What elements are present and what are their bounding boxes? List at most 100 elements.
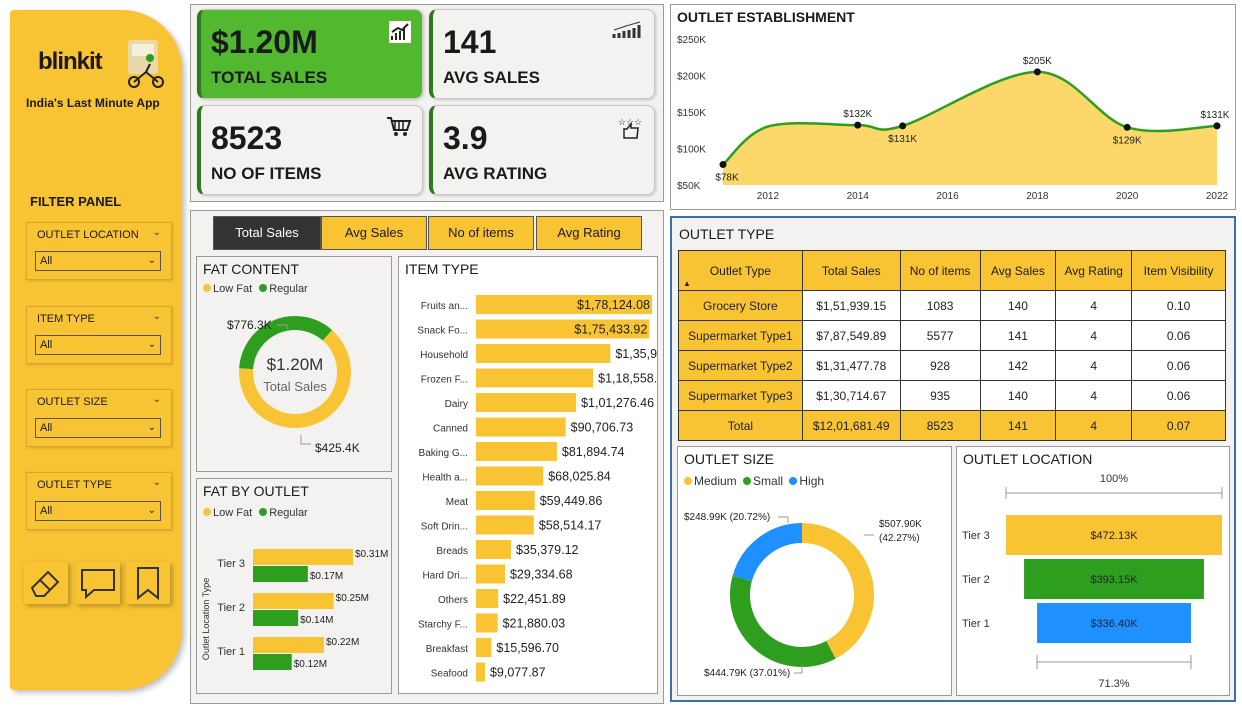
bar [476,613,498,633]
axis-title: Outlet Location Type [201,578,211,660]
data-label: $393.15K [1090,574,1138,586]
data-label: $132K [843,109,872,120]
y-tick-label: $200K [677,72,706,83]
select-value: All [40,339,53,351]
category-label: Health a... [422,473,468,484]
category-label: Baking G... [419,448,468,459]
tab-avg-sales[interactable]: Avg Sales [321,216,427,250]
y-tick-label: $150K [677,108,706,119]
tab-total-sales[interactable]: Total Sales [213,216,321,250]
table-cell: 5577 [899,320,981,351]
column-header[interactable]: Total Sales [801,250,901,291]
outlet-type-select[interactable]: All ⌄ [35,501,161,521]
table-cell: 4 [1055,410,1133,441]
data-point [1123,123,1131,131]
data-label: $81,894.74 [562,445,625,459]
category-label: Household [420,350,468,361]
category-label: Breakfast [426,644,468,655]
chart-up-icon [389,21,411,43]
filter-label: OUTLET TYPE [37,479,112,491]
chevron-down-icon: ⌄ [147,505,156,516]
kpi-no-of-items: 8523 NO OF ITEMS [197,105,423,195]
chevron-down-icon: ⌄ [147,339,156,350]
table-cell: 0.06 [1131,380,1226,411]
data-label: $68,025.84 [548,470,611,484]
column-header[interactable]: Avg Rating [1055,250,1133,291]
column-header[interactable]: No of items [899,250,981,291]
comment-button[interactable] [76,562,120,604]
data-label: $78K [715,173,739,184]
data-label: $0.25M [336,593,369,604]
table-cell: 4 [1055,290,1133,321]
center-label: Total Sales [263,379,327,394]
table-row[interactable]: Supermarket Type1 $7,87,549.89 5577 141 … [678,320,1226,351]
chevron-up-icon[interactable]: ⌄ [153,311,161,322]
data-label: $1,78,124.08 [577,298,650,312]
kpi-avg-rating: 3.9 AVG RATING ☆☆☆ [429,105,655,195]
select-value: All [40,505,53,517]
table-cell: 4 [1055,320,1133,351]
fat-content-donut: $1.20M Total Sales $776.3K $425.4K [227,316,360,455]
data-label: $0.12M [294,659,327,670]
chevron-up-icon[interactable]: ⌄ [153,227,161,238]
sort-ascending-icon: ▲ [683,279,691,288]
table-cell: 928 [899,350,981,381]
bar [476,589,499,608]
bookmark-button[interactable] [126,562,170,604]
bar [476,344,611,363]
category-label: Tier 1 [962,618,990,630]
data-point [854,121,862,129]
table-cell: Supermarket Type2 [678,350,803,381]
data-label: $9,077.87 [490,666,546,680]
kpi-value: 3.9 [443,120,488,156]
bar [476,515,534,535]
category-label: Tier 2 [962,574,990,586]
category-label: Breads [436,546,468,557]
kpi-avg-sales: 141 AVG SALES [429,9,655,99]
kpi-value: $1.20M [211,24,318,60]
table-cell: 1083 [899,290,981,321]
fat-by-outlet-panel: FAT BY OUTLET Low Fat Regular Outlet Loc… [196,478,392,694]
bar [476,638,492,657]
bar [253,566,308,582]
table-row[interactable]: Supermarket Type3 $1,30,714.67 935 140 4… [678,380,1226,411]
tab-avg-rating[interactable]: Avg Rating [536,216,642,250]
column-header[interactable]: Item Visibility [1131,250,1226,291]
outlet-location-select[interactable]: All ⌄ [35,251,161,271]
outlet-size-select[interactable]: All ⌄ [35,418,161,438]
x-tick-label: 2020 [1116,191,1139,202]
table-cell: 140 [979,290,1057,321]
y-tick-label: $100K [677,145,706,156]
data-point [1033,68,1041,76]
bookmark-icon [137,567,159,601]
cart-icon [387,117,412,136]
category-label: Others [438,595,468,606]
delivery-scooter-icon [128,40,164,88]
column-header[interactable]: Outlet Type ▲ [678,250,803,291]
clear-filters-button[interactable] [24,562,68,604]
bar [476,393,577,412]
outlet-location-panel: OUTLET LOCATION 100% Tier 3 $472.13K Tier 2… [956,446,1230,696]
fat-content-panel: FAT CONTENT Low Fat Regular $1.20M Total … [196,256,392,472]
data-label: $1,01,276.46 [581,396,654,410]
table-row[interactable]: Supermarket Type2 $1,31,477.78 928 142 4… [678,350,1226,381]
filter-outlet-size: OUTLET SIZE ⌄ All ⌄ [26,389,172,447]
data-label: $336.40K [1090,618,1138,630]
chevron-up-icon[interactable]: ⌄ [153,394,161,405]
table-cell: 140 [979,380,1057,411]
outlet-establishment-panel: OUTLET ESTABLISHMENT $250K $200K $150K $100… [670,4,1236,210]
item-type-bar-chart: Fruits an... $1,78,124.08 Snack Fo... $1,75… [417,295,657,682]
bar [476,540,511,559]
category-label: Starchy F... [418,620,468,631]
tab-no-of-items[interactable]: No of items [428,216,534,250]
bar [476,417,566,437]
column-header[interactable]: Avg Sales [979,250,1057,291]
filter-outlet-type: OUTLET TYPE ⌄ All ⌄ [26,472,172,530]
chevron-down-icon: ⌄ [147,255,156,266]
percent-label: 100% [1100,473,1128,485]
category-label: Canned [433,424,468,435]
table-row[interactable]: Grocery Store $1,51,939.15 1083 140 4 0.… [678,290,1226,321]
chevron-up-icon[interactable]: ⌄ [153,477,161,488]
slice-label: $507.90K [879,519,922,530]
item-type-select[interactable]: All ⌄ [35,335,161,355]
